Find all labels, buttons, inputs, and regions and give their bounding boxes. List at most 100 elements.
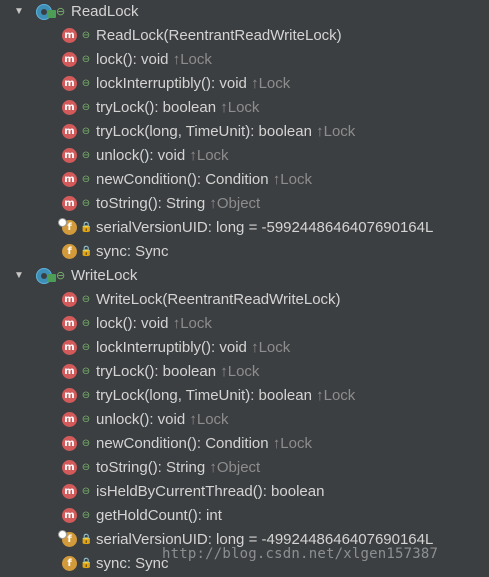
member-signature: tryLock(): boolean ↑Lock <box>96 360 259 384</box>
private-lock-icon: 🔒 <box>80 222 93 233</box>
inherited-from-label: ↑Object <box>209 195 261 212</box>
signature-text: isHeldByCurrentThread(): boolean <box>96 483 325 500</box>
tree-item-method[interactable]: m ⊖ lockInterruptibly(): void ↑Lock <box>0 336 489 360</box>
signature-text: lock(): void <box>96 51 173 68</box>
signature-text: lockInterruptibly(): void <box>96 339 252 356</box>
tree-item-method[interactable]: m ⊖ toString(): String ↑Object <box>0 192 489 216</box>
method-icon: m <box>62 436 77 451</box>
member-signature: lockInterruptibly(): void ↑Lock <box>96 336 290 360</box>
method-icon: m <box>62 148 77 163</box>
public-visibility-icon: ⊖ <box>81 54 91 65</box>
public-visibility-icon: ⊖ <box>81 318 91 329</box>
public-visibility-icon: ⊖ <box>81 462 91 473</box>
member-signature: lockInterruptibly(): void ↑Lock <box>96 72 290 96</box>
signature-text: tryLock(long, TimeUnit): boolean <box>96 123 317 140</box>
public-visibility-icon: ⊖ <box>81 30 91 41</box>
tree-item-method[interactable]: m ⊖ ReadLock(ReentrantReadWriteLock) <box>0 24 489 48</box>
inherited-from-label: ↑Lock <box>316 387 356 404</box>
method-icon: m <box>62 340 77 355</box>
field-icon: f <box>62 556 77 571</box>
private-lock-icon: 🔒 <box>80 246 93 257</box>
tree-item-method[interactable]: m ⊖ newCondition(): Condition ↑Lock <box>0 432 489 456</box>
method-icon: m <box>62 460 77 475</box>
public-visibility-icon: ⊖ <box>81 414 91 425</box>
member-signature: sync: Sync <box>96 552 169 576</box>
tree-item-field[interactable]: f 🔒 serialVersionUID: long = -499244864640… <box>0 528 489 552</box>
signature-text: tryLock(): boolean <box>96 99 221 116</box>
method-icon: m <box>62 388 77 403</box>
public-visibility-icon: ⊖ <box>81 366 91 377</box>
tree-item-field[interactable]: f 🔒 sync: Sync <box>0 552 489 576</box>
member-signature: serialVersionUID: long = -49924486464076… <box>96 528 433 552</box>
tree-item-method[interactable]: m ⊖ getHoldCount(): int <box>0 504 489 528</box>
class-name: ReadLock <box>71 3 139 20</box>
tree-node-writelock[interactable]: ▼ ⊖ WriteLock <box>0 264 489 288</box>
final-modifier-icon <box>48 10 56 18</box>
tree-item-method[interactable]: m ⊖ toString(): String ↑Object <box>0 456 489 480</box>
tree-item-method[interactable]: m ⊖ tryLock(): boolean ↑Lock <box>0 96 489 120</box>
tree-item-method[interactable]: m ⊖ unlock(): void ↑Lock <box>0 408 489 432</box>
member-signature: toString(): String ↑Object <box>96 456 260 480</box>
class-name: WriteLock <box>71 267 138 284</box>
signature-text: sync: Sync <box>96 555 169 572</box>
private-lock-icon: 🔒 <box>80 534 93 545</box>
member-signature: serialVersionUID: long = -59924486464076… <box>96 216 433 240</box>
tree-item-method[interactable]: m ⊖ isHeldByCurrentThread(): boolean <box>0 480 489 504</box>
member-signature: unlock(): void ↑Lock <box>96 408 229 432</box>
member-signature: toString(): String ↑Object <box>96 192 260 216</box>
member-signature: tryLock(long, TimeUnit): boolean ↑Lock <box>96 120 355 144</box>
tree-item-method[interactable]: m ⊖ lockInterruptibly(): void ↑Lock <box>0 72 489 96</box>
public-visibility-icon: ⊖ <box>81 342 91 353</box>
static-modifier-icon <box>58 218 67 227</box>
signature-text: getHoldCount(): int <box>96 507 222 524</box>
structure-tree: ▼ ⊖ ReadLock m ⊖ ReadLock(ReentrantReadWri… <box>0 0 489 576</box>
tree-item-method[interactable]: m ⊖ unlock(): void ↑Lock <box>0 144 489 168</box>
field-icon: f <box>62 244 77 259</box>
method-icon: m <box>62 508 77 523</box>
public-visibility-icon: ⊖ <box>56 270 66 282</box>
tree-item-method[interactable]: m ⊖ WriteLock(ReentrantReadWriteLock) <box>0 288 489 312</box>
member-signature: sync: Sync <box>96 240 169 264</box>
inherited-from-label: ↑Lock <box>220 363 260 380</box>
public-visibility-icon: ⊖ <box>81 150 91 161</box>
inherited-from-label: ↑Lock <box>189 147 229 164</box>
method-icon: m <box>62 292 77 307</box>
tree-item-field[interactable]: f 🔒 sync: Sync <box>0 240 489 264</box>
expand-arrow-icon[interactable]: ▼ <box>12 264 26 288</box>
member-signature: WriteLock(ReentrantReadWriteLock) <box>96 288 341 312</box>
member-signature: newCondition(): Condition ↑Lock <box>96 432 312 456</box>
signature-text: unlock(): void <box>96 411 190 428</box>
static-modifier-icon <box>58 530 67 539</box>
tree-item-method[interactable]: m ⊖ lock(): void ↑Lock <box>0 312 489 336</box>
tree-item-method[interactable]: m ⊖ tryLock(long, TimeUnit): boolean ↑Lock <box>0 384 489 408</box>
public-visibility-icon: ⊖ <box>81 126 91 137</box>
signature-text: unlock(): void <box>96 147 190 164</box>
method-icon: m <box>62 52 77 67</box>
expand-arrow-icon[interactable]: ▼ <box>12 0 26 24</box>
tree-node-readlock[interactable]: ▼ ⊖ ReadLock <box>0 0 489 24</box>
tree-item-method[interactable]: m ⊖ tryLock(): boolean ↑Lock <box>0 360 489 384</box>
inherited-from-label: ↑Lock <box>251 339 291 356</box>
signature-text: lockInterruptibly(): void <box>96 75 252 92</box>
method-icon: m <box>62 316 77 331</box>
inherited-from-label: ↑Lock <box>272 171 312 188</box>
signature-text: lock(): void <box>96 315 173 332</box>
member-signature: getHoldCount(): int <box>96 504 222 528</box>
method-icon: m <box>62 364 77 379</box>
public-visibility-icon: ⊖ <box>81 174 91 185</box>
tree-item-field[interactable]: f 🔒 serialVersionUID: long = -599244864640… <box>0 216 489 240</box>
method-icon: m <box>62 412 77 427</box>
tree-item-method[interactable]: m ⊖ newCondition(): Condition ↑Lock <box>0 168 489 192</box>
signature-text: toString(): String <box>96 195 210 212</box>
tree-item-method[interactable]: m ⊖ tryLock(long, TimeUnit): boolean ↑Lock <box>0 120 489 144</box>
private-lock-icon: 🔒 <box>80 558 93 569</box>
member-signature: tryLock(): boolean ↑Lock <box>96 96 259 120</box>
inherited-from-label: ↑Lock <box>316 123 356 140</box>
inherited-from-label: ↑Object <box>209 459 261 476</box>
public-visibility-icon: ⊖ <box>81 390 91 401</box>
method-icon: m <box>62 196 77 211</box>
tree-item-method[interactable]: m ⊖ lock(): void ↑Lock <box>0 48 489 72</box>
public-visibility-icon: ⊖ <box>81 438 91 449</box>
public-visibility-icon: ⊖ <box>81 78 91 89</box>
inherited-from-label: ↑Lock <box>251 75 291 92</box>
